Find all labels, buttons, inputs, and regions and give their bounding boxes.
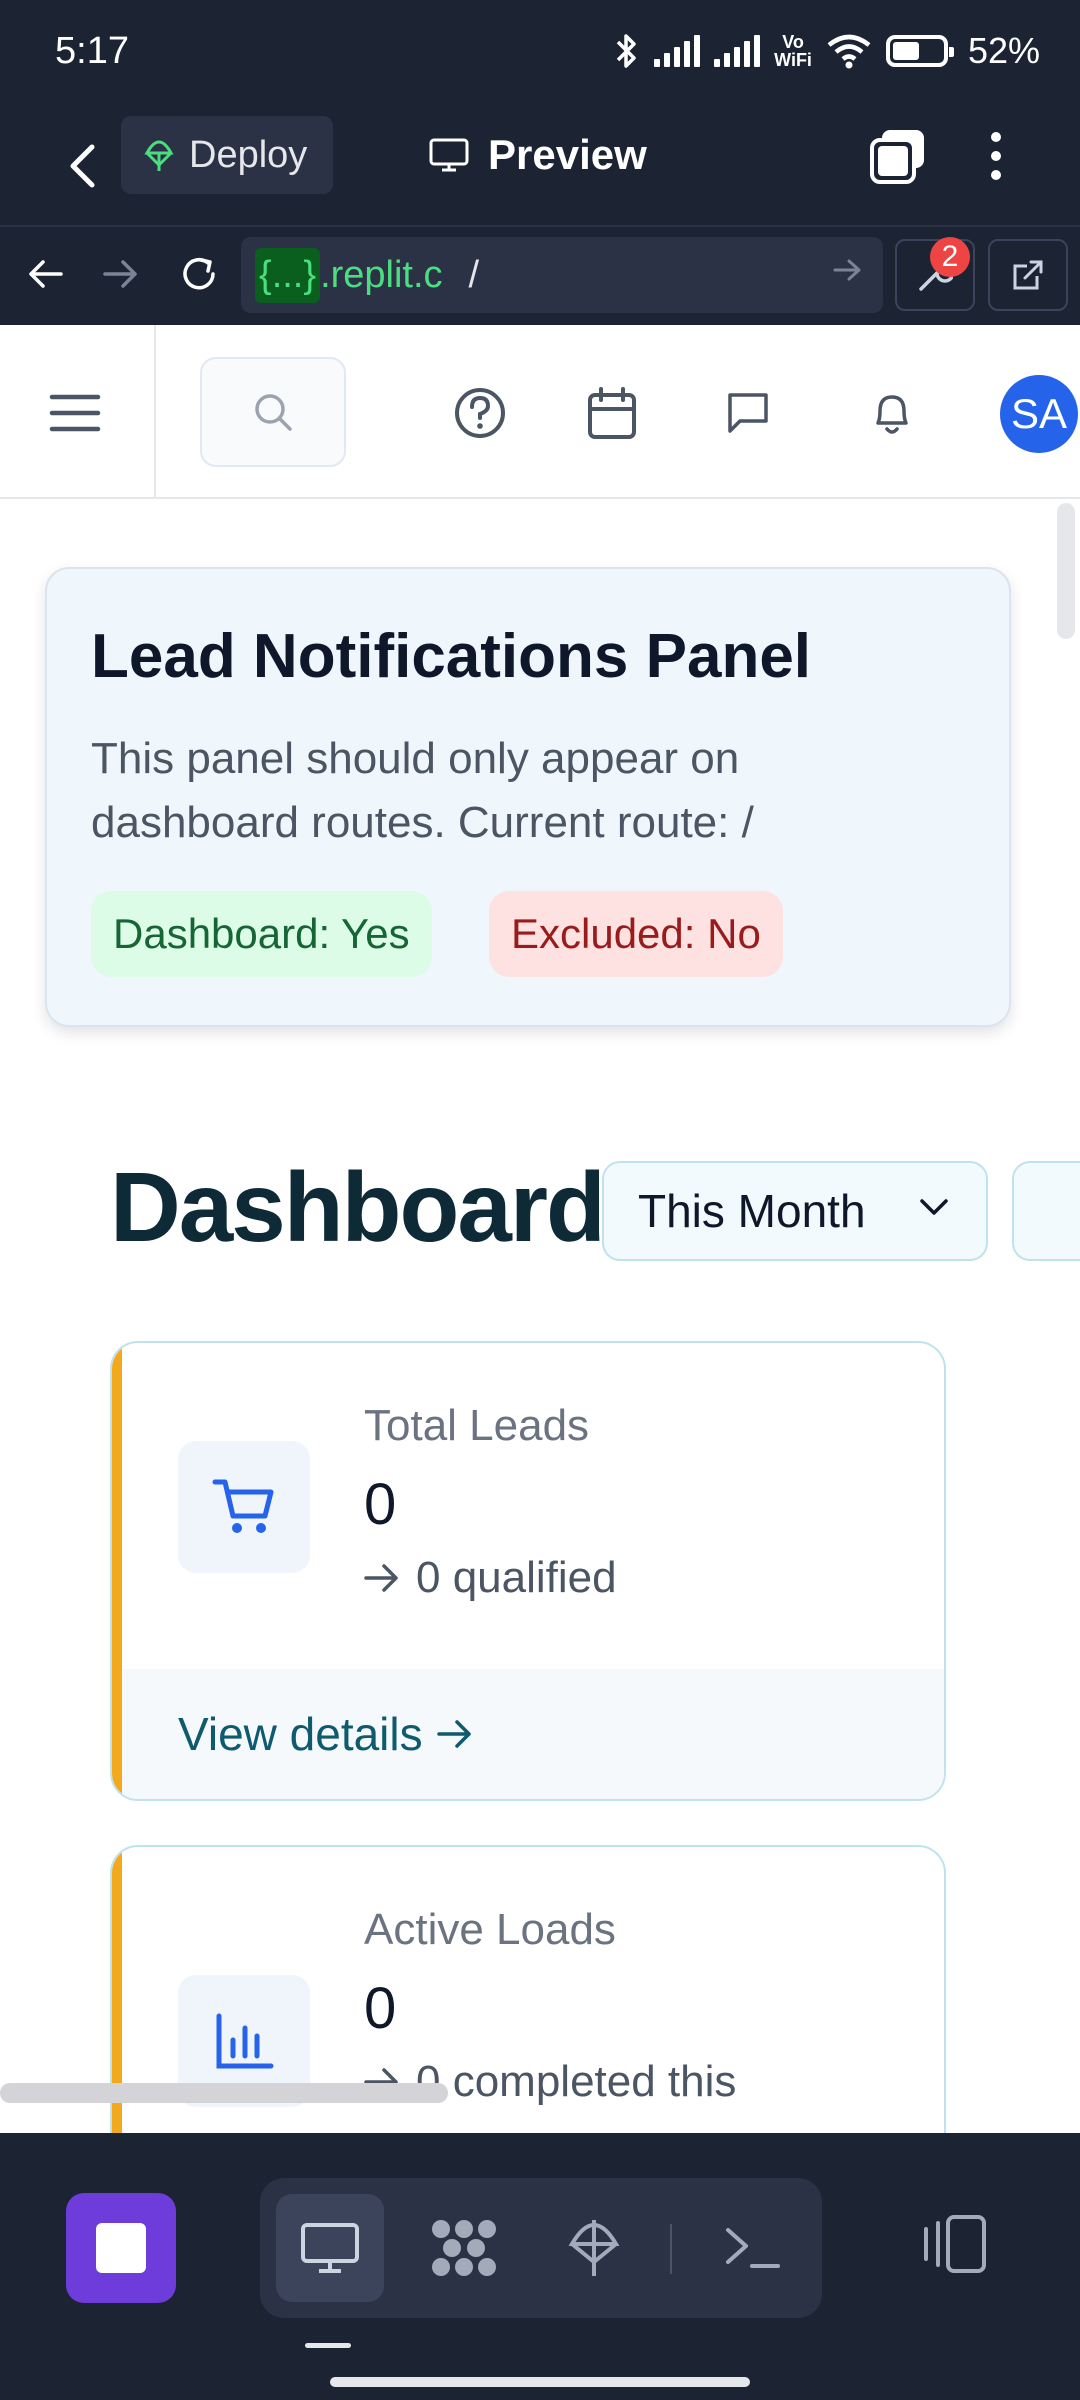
preview-tab[interactable]: Preview xyxy=(428,116,647,194)
horizontal-scrollbar[interactable] xyxy=(0,2083,448,2103)
preview-label: Preview xyxy=(488,131,647,178)
replit-logo-button[interactable] xyxy=(66,2193,176,2303)
replit-header: Deploy Preview xyxy=(0,110,1080,225)
bell-icon[interactable] xyxy=(862,383,922,443)
search-input[interactable] xyxy=(200,357,346,467)
url-host: {...} xyxy=(255,247,321,303)
home-gesture-handle[interactable] xyxy=(330,2377,750,2387)
bluetooth-icon xyxy=(614,32,640,70)
reload-icon[interactable] xyxy=(174,249,224,299)
hamburger-menu-icon[interactable] xyxy=(40,383,110,443)
status-time: 5:17 xyxy=(55,30,129,72)
preview-tool-button[interactable] xyxy=(276,2194,384,2302)
help-icon[interactable] xyxy=(450,383,510,443)
tabs-button[interactable] xyxy=(868,126,928,186)
panel-toggle-button[interactable] xyxy=(920,2213,1000,2283)
avatar[interactable]: SA xyxy=(1000,375,1078,453)
panel-description: This panel should only appear on dashboa… xyxy=(91,734,754,847)
monitor-icon xyxy=(301,2223,359,2273)
chevron-down-icon xyxy=(918,1197,950,1217)
tool-separator xyxy=(670,2224,672,2274)
card-value: 0 xyxy=(364,1472,397,1537)
deploy-icon xyxy=(144,140,174,171)
nav-indicator-tick xyxy=(305,2343,351,2348)
stat-card-total-leads: Total Leads 0 0 qualified View details xyxy=(110,1341,946,1801)
excluded-status-badge: Excluded: No xyxy=(489,891,783,977)
url-path: / xyxy=(468,253,480,296)
deploy-icon xyxy=(568,2220,620,2276)
view-details-link[interactable]: View details xyxy=(122,1669,944,1799)
open-external-button[interactable] xyxy=(988,239,1068,311)
arrow-right-icon xyxy=(436,1720,471,1748)
status-icons: Vo WiFi 52% xyxy=(614,30,1040,72)
vertical-scrollbar[interactable] xyxy=(1057,503,1075,639)
deploy-button[interactable]: Deploy xyxy=(121,116,333,194)
search-icon xyxy=(255,394,292,431)
deploy-tool-button[interactable] xyxy=(540,2194,648,2302)
secondary-filter-button[interactable] xyxy=(1012,1161,1080,1261)
status-bar: 5:17 Vo WiFi 52% xyxy=(0,0,1080,110)
lead-notifications-panel: Lead Notifications Panel This panel shou… xyxy=(45,567,1011,1027)
card-value: 0 xyxy=(364,1976,397,2041)
battery-icon xyxy=(885,35,954,67)
message-icon[interactable] xyxy=(718,383,778,443)
cart-icon xyxy=(178,1441,310,1573)
url-field[interactable]: {...} .replit.c / xyxy=(241,237,883,313)
chevron-left-icon xyxy=(70,144,95,188)
period-select-value: This Month xyxy=(638,1185,866,1237)
nav-forward-icon[interactable] xyxy=(96,249,146,299)
sidebar-toggle-icon xyxy=(924,2215,986,2273)
app-topbar: SA xyxy=(0,325,1080,499)
deploy-label: Deploy xyxy=(189,133,308,176)
signal-icon xyxy=(654,35,701,67)
workflow-icon xyxy=(432,2220,496,2276)
battery-percent: 52% xyxy=(967,30,1040,71)
url-row: {...} .replit.c / 2 xyxy=(0,227,1080,325)
panel-title: Lead Notifications Panel xyxy=(91,622,812,691)
nav-back-icon[interactable] xyxy=(20,249,70,299)
wifi-icon xyxy=(826,33,872,69)
replit-bottom-bar xyxy=(0,2133,1080,2400)
url-go-icon[interactable] xyxy=(833,257,863,283)
shell-tool-button[interactable] xyxy=(700,2194,808,2302)
topbar-separator xyxy=(154,325,156,499)
url-domain: .replit.c xyxy=(320,253,443,296)
arrow-right-icon xyxy=(364,1564,398,1592)
card-label: Total Leads xyxy=(364,1401,590,1450)
web-viewport: SA Lead Notifications Panel This panel s… xyxy=(0,325,1080,2133)
tabs-icon xyxy=(870,130,924,184)
card-label: Active Loads xyxy=(364,1905,616,1954)
back-button[interactable] xyxy=(50,130,114,202)
dashboard-status-badge: Dashboard: Yes xyxy=(91,891,432,977)
signal-icon-2 xyxy=(714,35,761,67)
more-menu-icon[interactable] xyxy=(976,126,1016,186)
vowifi-indicator: Vo WiFi xyxy=(774,32,812,70)
workflow-tool-button[interactable] xyxy=(410,2194,518,2302)
external-link-icon xyxy=(1013,260,1043,290)
period-select[interactable]: This Month xyxy=(602,1161,988,1261)
calendar-icon[interactable] xyxy=(582,383,642,443)
card-accent xyxy=(112,1343,122,1799)
monitor-icon xyxy=(429,138,469,172)
terminal-icon xyxy=(726,2228,780,2268)
card-subtext: 0 qualified xyxy=(364,1553,617,1603)
view-details-label: View details xyxy=(178,1708,423,1760)
page-title: Dashboard xyxy=(110,1152,606,1262)
tool-switcher xyxy=(260,2178,822,2318)
devtools-badge: 2 xyxy=(930,237,970,277)
